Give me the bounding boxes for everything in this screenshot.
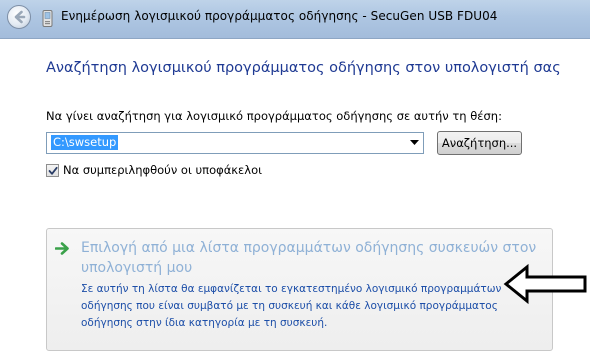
- browse-button[interactable]: Αναζήτηση...: [437, 131, 522, 155]
- combobox-dropdown-button[interactable]: [406, 133, 423, 153]
- path-combobox[interactable]: C:\swsetup: [46, 132, 424, 154]
- include-subfolders-label[interactable]: Να συμπεριληφθούν οι υποφάκελοι: [63, 163, 262, 177]
- command-link-description: Σε αυτήν τη λίστα θα εμφανίζεται το εγκα…: [81, 283, 502, 329]
- device-icon: [42, 10, 53, 27]
- command-link-title: Επιλογή από μια λίστα προγραμμάτων οδήγη…: [81, 240, 537, 276]
- page-title: Αναζήτηση λογισμικού προγράμματος οδήγησ…: [46, 60, 561, 76]
- path-input-value[interactable]: C:\swsetup: [51, 135, 119, 150]
- chevron-down-icon: [410, 140, 419, 145]
- green-arrow-icon: [55, 242, 69, 255]
- back-arrow-icon: [14, 10, 26, 24]
- search-location-label: Να γίνει αναζήτηση για λογισμικό προγράμ…: [46, 109, 502, 123]
- window-title: Ενημέρωση λογισμικού προγράμματος οδήγησ…: [61, 9, 498, 23]
- include-subfolders-checkbox[interactable]: [46, 164, 59, 177]
- pick-from-list-command-link[interactable]: Επιλογή από μια λίστα προγραμμάτων οδήγη…: [46, 228, 553, 351]
- title-bar: Ενημέρωση λογισμικού προγράμματος οδήγησ…: [0, 0, 590, 39]
- callout-arrow-icon: [503, 263, 587, 305]
- back-button[interactable]: [7, 5, 31, 29]
- checkmark-icon: [48, 166, 58, 175]
